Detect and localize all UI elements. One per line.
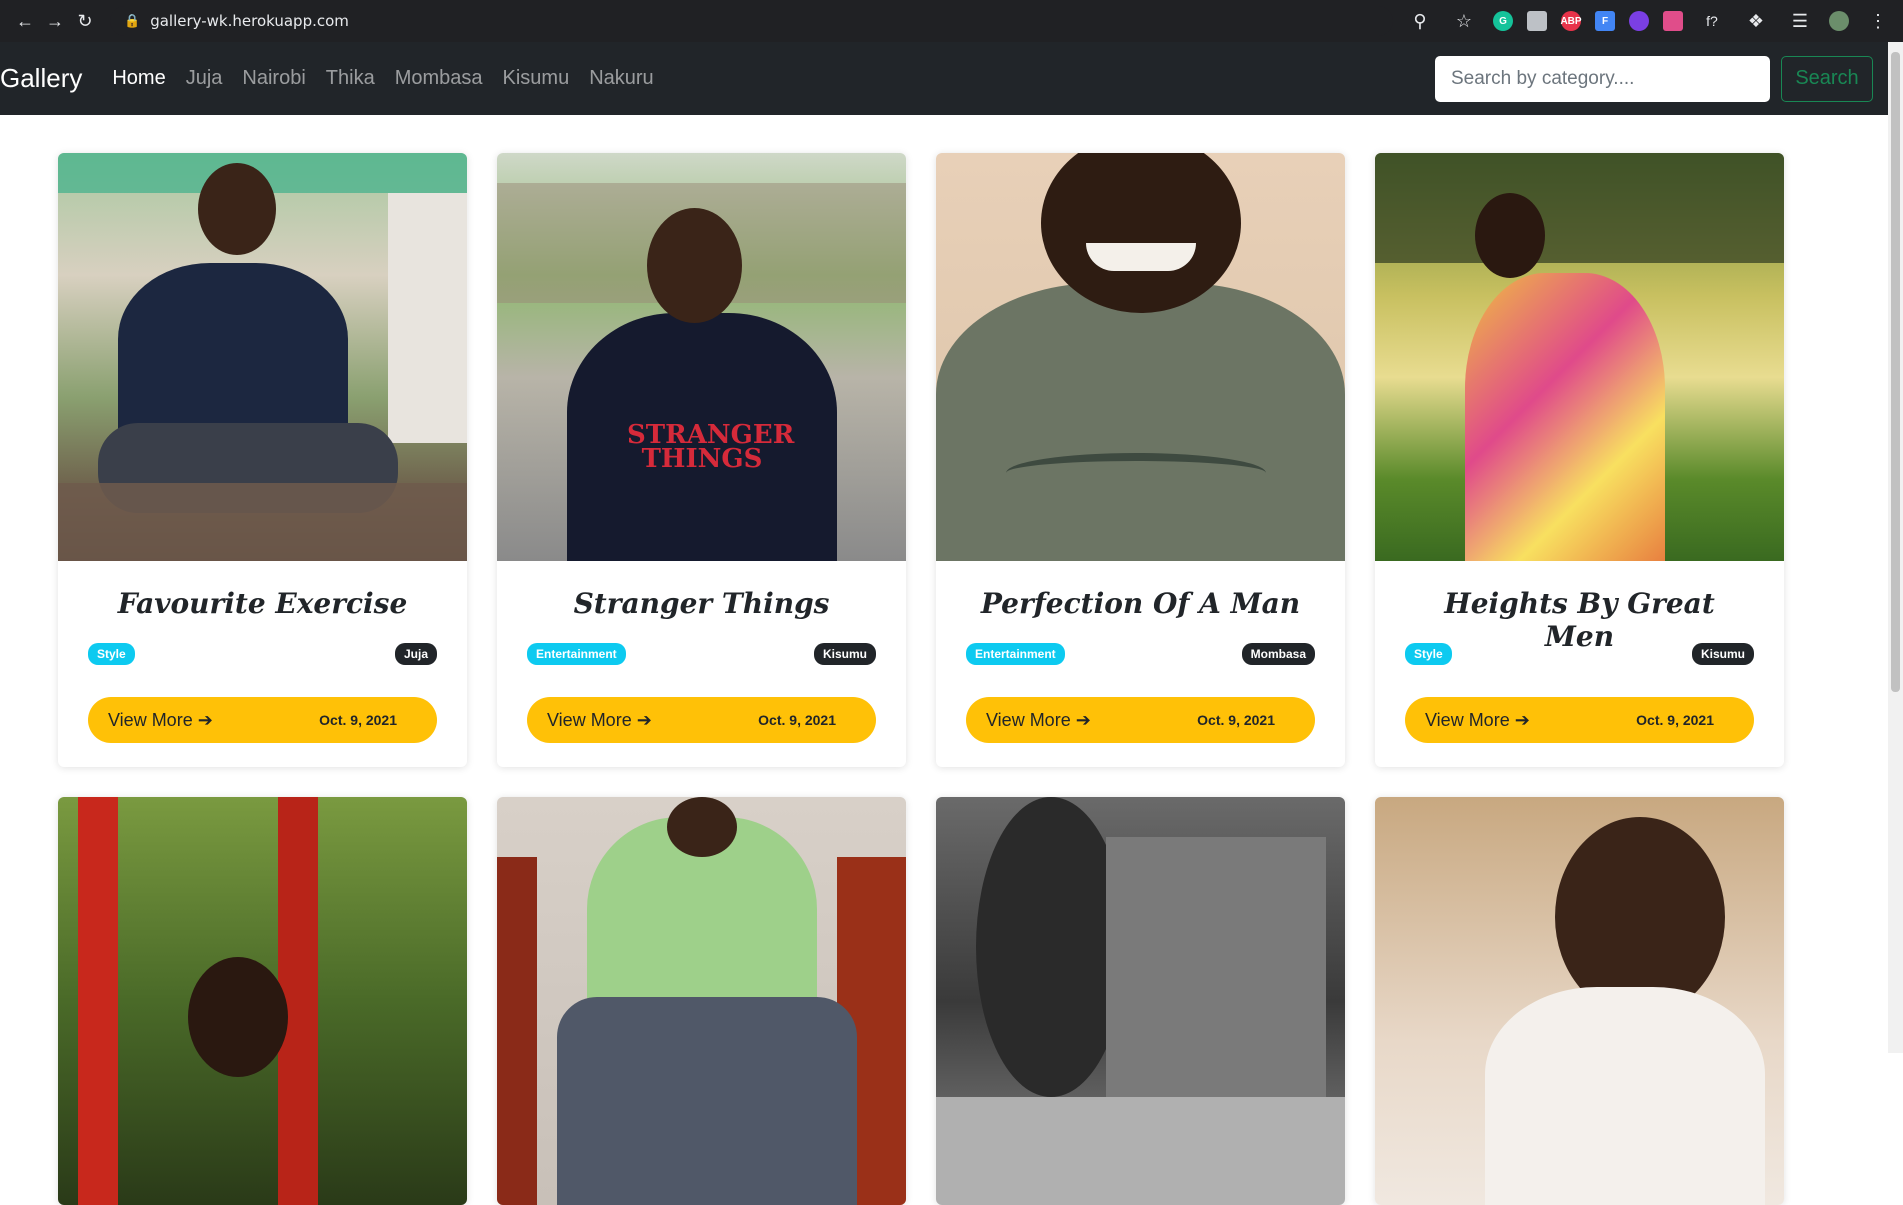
card-title: Stranger Things bbox=[573, 587, 830, 620]
gallery-card: Perfection Of A Man Entertainment Mombas… bbox=[936, 153, 1345, 767]
gallery-card bbox=[1375, 797, 1784, 1205]
gallery-card bbox=[936, 797, 1345, 1205]
card-body: Heights By Great Men Style Kisumu View M… bbox=[1375, 561, 1784, 767]
extension-icon[interactable] bbox=[1527, 11, 1547, 31]
card-image[interactable] bbox=[936, 797, 1345, 1205]
search-button[interactable]: Search bbox=[1781, 55, 1873, 102]
extensions-puzzle-icon[interactable]: ❖ bbox=[1741, 6, 1771, 36]
grammarly-extension-icon[interactable]: G bbox=[1493, 11, 1513, 31]
lock-icon: 🔒 bbox=[124, 13, 141, 28]
card-body: Perfection Of A Man Entertainment Mombas… bbox=[936, 561, 1345, 767]
page-scrollbar[interactable] bbox=[1888, 42, 1903, 1053]
nav-link-kisumu[interactable]: Kisumu bbox=[503, 67, 570, 90]
profile-avatar[interactable] bbox=[1829, 11, 1849, 31]
nav-link-thika[interactable]: Thika bbox=[326, 67, 375, 90]
back-icon[interactable]: ← bbox=[10, 6, 40, 36]
bookmark-star-icon[interactable]: ☆ bbox=[1449, 6, 1479, 36]
gallery-card bbox=[497, 797, 906, 1205]
category-badge: Style bbox=[88, 643, 135, 665]
browser-toolbar: ← → ↻ 🔒 gallery-wk.herokuapp.com ⚲ ☆ G A… bbox=[0, 0, 1903, 42]
nav-link-mombasa[interactable]: Mombasa bbox=[395, 67, 483, 90]
card-tags: Entertainment Kisumu bbox=[527, 643, 876, 665]
card-image[interactable] bbox=[497, 797, 906, 1205]
card-image[interactable] bbox=[58, 153, 467, 561]
card-body: Favourite Exercise Style Juja View More … bbox=[58, 561, 467, 767]
arrow-right-icon: ➔ bbox=[1075, 709, 1091, 730]
scrollbar-thumb[interactable] bbox=[1891, 52, 1900, 692]
forward-icon[interactable]: → bbox=[40, 6, 70, 36]
card-title: Heights By Great Men bbox=[1444, 587, 1715, 653]
card-image[interactable] bbox=[1375, 153, 1784, 561]
reload-icon[interactable]: ↻ bbox=[70, 6, 100, 36]
view-more-button[interactable]: View More ➔ Oct. 9, 2021 bbox=[1405, 697, 1754, 743]
view-more-label: View More ➔ bbox=[1425, 710, 1530, 731]
extension-icon[interactable] bbox=[1663, 11, 1683, 31]
card-image[interactable]: STRANGER THINGS bbox=[497, 153, 906, 561]
view-more-text: View More bbox=[1425, 709, 1510, 730]
address-bar[interactable]: 🔒 gallery-wk.herokuapp.com bbox=[110, 6, 1393, 36]
gallery-card bbox=[58, 797, 467, 1205]
gallery-card: STRANGER THINGS Stranger Things Entertain… bbox=[497, 153, 906, 767]
post-date: Oct. 9, 2021 bbox=[319, 712, 397, 728]
nav-link-home[interactable]: Home bbox=[112, 67, 165, 90]
gallery-grid: Favourite Exercise Style Juja View More … bbox=[58, 153, 1784, 1205]
card-body: Stranger Things Entertainment Kisumu Vie… bbox=[497, 561, 906, 767]
location-badge: Juja bbox=[394, 643, 437, 665]
location-badge: Kisumu bbox=[1691, 643, 1754, 665]
nav-link-juja[interactable]: Juja bbox=[186, 67, 223, 90]
location-badge: Kisumu bbox=[813, 643, 876, 665]
gallery-card: Favourite Exercise Style Juja View More … bbox=[58, 153, 467, 767]
menu-kebab-icon[interactable]: ⋮ bbox=[1863, 6, 1893, 36]
view-more-label: View More ➔ bbox=[547, 710, 652, 731]
card-image[interactable] bbox=[58, 797, 467, 1205]
view-more-button[interactable]: View More ➔ Oct. 9, 2021 bbox=[527, 697, 876, 743]
zoom-icon[interactable]: ⚲ bbox=[1405, 6, 1435, 36]
card-tags: Entertainment Mombasa bbox=[966, 643, 1315, 665]
formula-extension-icon[interactable]: f? bbox=[1697, 6, 1727, 36]
reading-list-icon[interactable]: ☰ bbox=[1785, 6, 1815, 36]
extension-icon[interactable] bbox=[1629, 11, 1649, 31]
card-title: Perfection Of A Man bbox=[980, 587, 1301, 620]
view-more-text: View More bbox=[986, 709, 1071, 730]
search-input[interactable] bbox=[1435, 55, 1770, 102]
extension-icon[interactable]: F bbox=[1595, 11, 1615, 31]
card-image[interactable] bbox=[1375, 797, 1784, 1205]
post-date: Oct. 9, 2021 bbox=[1197, 712, 1275, 728]
arrow-right-icon: ➔ bbox=[1514, 709, 1530, 730]
card-image[interactable] bbox=[936, 153, 1345, 561]
view-more-button[interactable]: View More ➔ Oct. 9, 2021 bbox=[966, 697, 1315, 743]
brand-link[interactable]: Gallery bbox=[0, 63, 82, 94]
category-badge: Entertainment bbox=[527, 643, 626, 665]
card-title: Favourite Exercise bbox=[117, 587, 408, 620]
view-more-button[interactable]: View More ➔ Oct. 9, 2021 bbox=[88, 697, 437, 743]
adblock-extension-icon[interactable]: ABP bbox=[1560, 11, 1582, 31]
location-badge: Mombasa bbox=[1241, 643, 1315, 665]
view-more-label: View More ➔ bbox=[108, 710, 213, 731]
url-text: gallery-wk.herokuapp.com bbox=[150, 12, 349, 30]
post-date: Oct. 9, 2021 bbox=[1636, 712, 1714, 728]
category-badge: Entertainment bbox=[966, 643, 1065, 665]
view-more-text: View More bbox=[108, 709, 193, 730]
view-more-text: View More bbox=[547, 709, 632, 730]
gallery-card: Heights By Great Men Style Kisumu View M… bbox=[1375, 153, 1784, 767]
arrow-right-icon: ➔ bbox=[636, 709, 652, 730]
card-tags: Style Juja bbox=[88, 643, 437, 665]
nav-link-nakuru[interactable]: Nakuru bbox=[589, 67, 653, 90]
view-more-label: View More ➔ bbox=[986, 710, 1091, 731]
arrow-right-icon: ➔ bbox=[197, 709, 213, 730]
site-navbar: Gallery Home Juja Nairobi Thika Mombasa … bbox=[0, 42, 1903, 115]
category-badge: Style bbox=[1405, 643, 1452, 665]
nav-link-nairobi[interactable]: Nairobi bbox=[242, 67, 305, 90]
post-date: Oct. 9, 2021 bbox=[758, 712, 836, 728]
